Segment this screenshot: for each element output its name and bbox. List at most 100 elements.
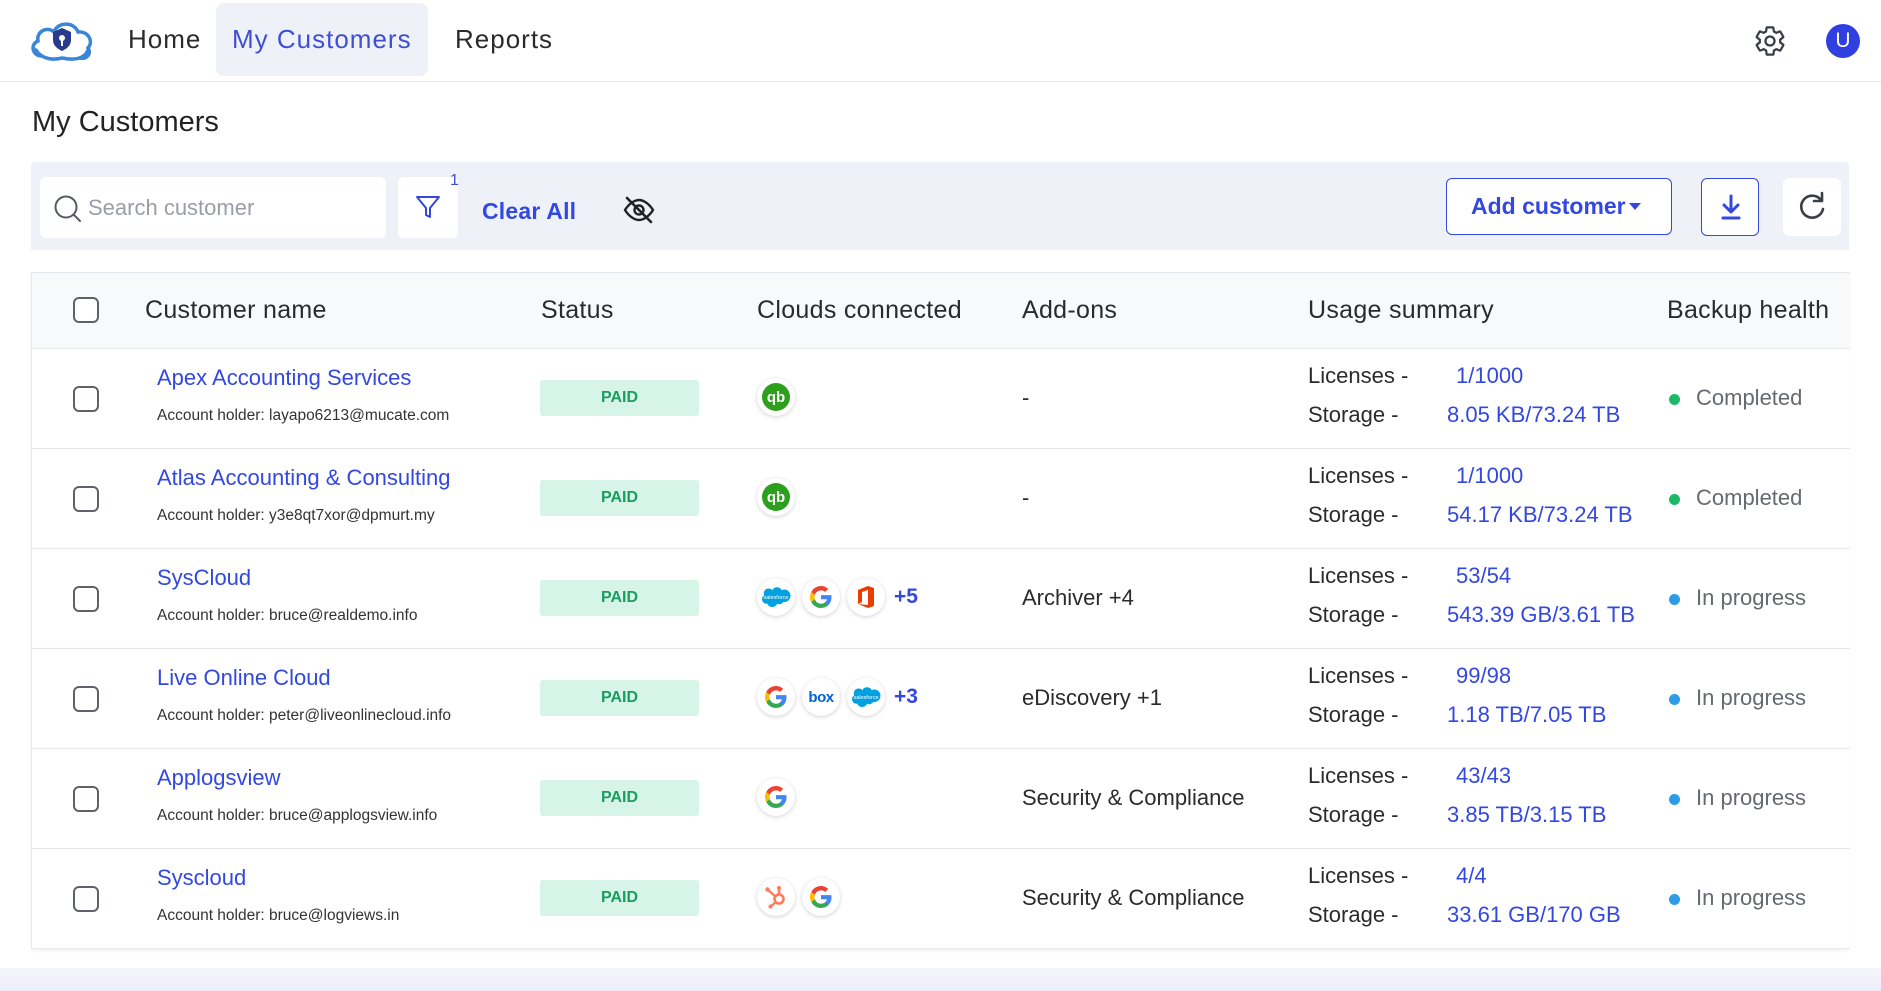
customer-name-link[interactable]: SysCloud xyxy=(157,565,251,591)
google-icon[interactable] xyxy=(757,778,795,816)
storage-value[interactable]: 8.05 KB/73.24 TB xyxy=(1447,402,1620,428)
quickbooks-icon[interactable]: qb xyxy=(757,478,795,516)
health-status-dot xyxy=(1669,794,1680,805)
account-holder: Account holder: bruce@realdemo.info xyxy=(157,607,418,624)
clear-all-link[interactable]: Clear All xyxy=(482,198,576,225)
customer-name-link[interactable]: Apex Accounting Services xyxy=(157,365,411,391)
nav-tab-my-customers[interactable]: My Customers xyxy=(216,3,428,76)
eye-off-icon[interactable] xyxy=(622,195,656,225)
licenses-value[interactable]: 43/43 xyxy=(1456,763,1511,789)
health-status-dot xyxy=(1669,494,1680,505)
storage-label: Storage - xyxy=(1308,902,1399,927)
refresh-icon xyxy=(1799,191,1825,219)
filter-icon xyxy=(416,196,440,218)
licenses-value[interactable]: 99/98 xyxy=(1456,663,1511,689)
storage-value[interactable]: 3.85 TB/3.15 TB xyxy=(1447,802,1606,828)
add-ons-value: - xyxy=(1022,485,1030,510)
table-row[interactable]: Apex Accounting Services Account holder: … xyxy=(32,349,1850,449)
storage-label: Storage - xyxy=(1308,502,1399,527)
licenses-label: Licenses - xyxy=(1308,563,1409,588)
storage-value[interactable]: 33.61 GB/170 GB xyxy=(1447,902,1621,928)
health-status-dot xyxy=(1669,894,1680,905)
add-customer-button[interactable]: Add customer xyxy=(1446,178,1672,235)
table-row[interactable]: Live Online Cloud Account holder: peter@l… xyxy=(32,649,1850,749)
account-holder: Account holder: layapo6213@mucate.com xyxy=(157,407,450,424)
hubspot-icon[interactable] xyxy=(757,878,795,916)
filter-count-badge: 1 xyxy=(450,172,459,189)
gear-icon[interactable] xyxy=(1753,24,1787,58)
storage-value[interactable]: 543.39 GB/3.61 TB xyxy=(1447,602,1635,628)
svg-text:salesforce: salesforce xyxy=(763,595,788,601)
column-status[interactable]: Status xyxy=(541,296,614,325)
salesforce-icon[interactable]: salesforce xyxy=(757,578,795,616)
svg-text:salesforce: salesforce xyxy=(853,695,878,701)
status-badge: PAID xyxy=(540,380,699,416)
licenses-value[interactable]: 1/1000 xyxy=(1456,363,1523,389)
licenses-value[interactable]: 4/4 xyxy=(1456,863,1487,889)
nav-tab-reports[interactable]: Reports xyxy=(440,3,568,76)
column-backup-health[interactable]: Backup health xyxy=(1667,296,1829,325)
column-customer-name[interactable]: Customer name xyxy=(145,296,327,325)
quickbooks-icon[interactable]: qb xyxy=(757,378,795,416)
search-customer-input[interactable] xyxy=(88,177,378,238)
search-box xyxy=(40,177,386,238)
table-row[interactable]: SysCloud Account holder: bruce@realdemo.i… xyxy=(32,549,1850,649)
row-checkbox[interactable] xyxy=(73,586,99,612)
google-icon[interactable] xyxy=(802,578,840,616)
backup-health-status: In progress xyxy=(1696,785,1807,810)
refresh-button[interactable] xyxy=(1783,178,1841,236)
storage-value[interactable]: 1.18 TB/7.05 TB xyxy=(1447,702,1606,728)
row-checkbox[interactable] xyxy=(73,886,99,912)
customer-name-link[interactable]: Live Online Cloud xyxy=(157,665,331,691)
user-avatar[interactable]: U xyxy=(1826,24,1860,58)
salesforce-icon[interactable]: salesforce xyxy=(847,678,885,716)
table-header: Customer name Status Clouds connected Ad… xyxy=(32,272,1850,349)
office365-icon[interactable] xyxy=(847,578,885,616)
licenses-label: Licenses - xyxy=(1308,863,1409,888)
add-ons-value: Security & Compliance xyxy=(1022,785,1245,810)
customer-name-link[interactable]: Syscloud xyxy=(157,865,246,891)
column-add-ons[interactable]: Add-ons xyxy=(1022,296,1117,325)
customer-toolbar: 1 Clear All Add customer xyxy=(31,162,1849,250)
add-customer-label: Add customer xyxy=(1471,193,1626,219)
backup-health-status: Completed xyxy=(1696,385,1803,410)
nav-tab-home[interactable]: Home xyxy=(113,3,216,76)
cloud-shield-logo-icon[interactable] xyxy=(28,14,96,66)
licenses-value[interactable]: 1/1000 xyxy=(1456,463,1523,489)
account-holder: Account holder: y3e8qt7xor@dpmurt.my xyxy=(157,507,435,524)
more-clouds-link[interactable]: +3 xyxy=(894,685,918,709)
more-clouds-link[interactable]: +5 xyxy=(894,585,918,609)
search-icon xyxy=(54,195,81,222)
customer-name-link[interactable]: Atlas Accounting & Consulting xyxy=(157,465,451,491)
storage-label: Storage - xyxy=(1308,602,1399,627)
row-checkbox[interactable] xyxy=(73,786,99,812)
add-ons-value: - xyxy=(1022,385,1030,410)
row-checkbox[interactable] xyxy=(73,386,99,412)
licenses-label: Licenses - xyxy=(1308,363,1409,388)
storage-label: Storage - xyxy=(1308,802,1399,827)
table-row[interactable]: Syscloud Account holder: bruce@logviews.i… xyxy=(32,849,1850,949)
table-row[interactable]: Atlas Accounting & Consulting Account hol… xyxy=(32,449,1850,549)
footer-band xyxy=(0,968,1881,991)
table-row[interactable]: Applogsview Account holder: bruce@applogs… xyxy=(32,749,1850,849)
customers-table: Customer name Status Clouds connected Ad… xyxy=(31,272,1850,949)
row-checkbox[interactable] xyxy=(73,486,99,512)
box-icon[interactable]: box xyxy=(802,678,840,716)
storage-label: Storage - xyxy=(1308,702,1399,727)
google-icon[interactable] xyxy=(802,878,840,916)
svg-text:qb: qb xyxy=(767,389,785,406)
column-clouds-connected[interactable]: Clouds connected xyxy=(757,296,962,325)
filter-button[interactable] xyxy=(398,177,458,238)
row-checkbox[interactable] xyxy=(73,686,99,712)
add-ons-value: Security & Compliance xyxy=(1022,885,1245,910)
select-all-checkbox[interactable] xyxy=(73,297,99,323)
download-button[interactable] xyxy=(1701,178,1759,236)
google-icon[interactable] xyxy=(757,678,795,716)
customer-name-link[interactable]: Applogsview xyxy=(157,765,281,791)
storage-value[interactable]: 54.17 KB/73.24 TB xyxy=(1447,502,1633,528)
column-usage-summary[interactable]: Usage summary xyxy=(1308,296,1494,325)
licenses-value[interactable]: 53/54 xyxy=(1456,563,1511,589)
status-badge: PAID xyxy=(540,580,699,616)
licenses-label: Licenses - xyxy=(1308,763,1409,788)
status-badge: PAID xyxy=(540,680,699,716)
